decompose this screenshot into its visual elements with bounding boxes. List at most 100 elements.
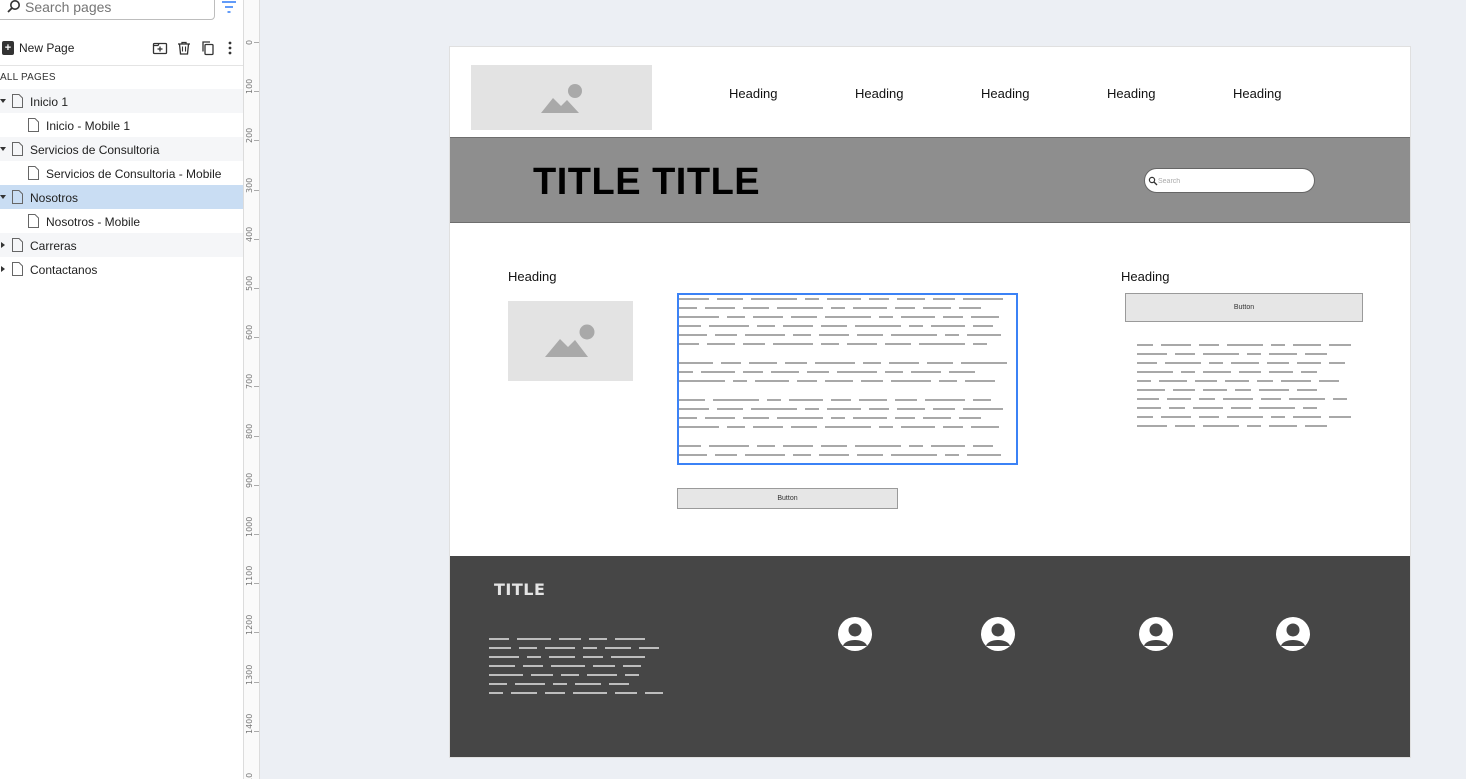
placeholder-text-line: [959, 307, 981, 309]
caret-down-icon[interactable]: [0, 195, 6, 199]
placeholder-text-line: [679, 298, 709, 300]
image-placeholder-logo[interactable]: [471, 65, 652, 130]
placeholder-text-line: [971, 316, 999, 318]
footer-title[interactable]: TITLE: [494, 580, 545, 599]
new-page-toolbar: + New Page: [0, 36, 243, 60]
placeholder-text-line: [1223, 398, 1253, 400]
page-tree-label: Servicios de Consultoria: [30, 143, 160, 157]
duplicate-icon[interactable]: [200, 40, 216, 56]
page-tree-item[interactable]: Contactanos: [0, 257, 243, 281]
caret-down-icon[interactable]: [0, 147, 6, 151]
placeholder-text-line: [1333, 398, 1347, 400]
page-tree-item[interactable]: Carreras: [0, 233, 243, 257]
filter-icon[interactable]: [220, 0, 238, 16]
placeholder-text-line: [847, 343, 877, 345]
ruler-number: 800: [245, 423, 254, 439]
avatar-icon[interactable]: [1139, 617, 1173, 651]
caret-right-icon[interactable]: [1, 266, 5, 272]
hero-banner[interactable]: TITLE TITLE: [450, 137, 1410, 223]
search-box[interactable]: [0, 0, 215, 20]
footer[interactable]: TITLE: [450, 556, 1410, 757]
page-tree-label: Carreras: [30, 239, 77, 253]
nav-heading[interactable]: Heading: [1107, 86, 1155, 101]
page-tree-item[interactable]: Nosotros: [0, 185, 243, 209]
placeholder-text-line: [743, 463, 765, 465]
placeholder-text-line: [827, 298, 861, 300]
placeholder-text-line: [755, 380, 789, 382]
placeholder-text-line: [919, 343, 965, 345]
more-vertical-icon[interactable]: [222, 40, 238, 56]
placeholder-text-line: [1181, 371, 1195, 373]
page-icon: [28, 214, 39, 228]
placeholder-text-line: [623, 665, 641, 667]
placeholder-text-line: [945, 454, 959, 456]
placeholder-text-line: [1259, 407, 1295, 409]
placeholder-text-line: [1259, 389, 1289, 391]
search-icon: [7, 0, 20, 13]
page-tree-item[interactable]: Servicios de Consultoria - Mobile: [0, 161, 243, 185]
new-page-icon[interactable]: +: [2, 41, 14, 55]
placeholder-text-line: [943, 316, 963, 318]
nav-heading[interactable]: Heading: [855, 86, 903, 101]
nav-heading[interactable]: Heading: [729, 86, 777, 101]
placeholder-text-line: [927, 362, 953, 364]
ruler-tick: [254, 681, 259, 683]
search-input[interactable]: [25, 0, 205, 16]
image-placeholder-content[interactable]: [508, 301, 633, 381]
placeholder-text-line: [889, 362, 919, 364]
trash-icon[interactable]: [176, 40, 192, 56]
nav-heading[interactable]: Heading: [1233, 86, 1281, 101]
placeholder-text-line: [575, 683, 601, 685]
avatar-icon[interactable]: [838, 617, 872, 651]
page-icon: [12, 262, 23, 276]
center-button[interactable]: Button: [677, 488, 898, 509]
hero-search-box[interactable]: [1144, 168, 1315, 193]
placeholder-text-line: [583, 647, 597, 649]
avatar-icon[interactable]: [1276, 617, 1310, 651]
image-icon: [545, 324, 595, 357]
text-block-selected[interactable]: [677, 293, 1018, 465]
hero-search-input[interactable]: [1158, 175, 1308, 187]
placeholder-text-line: [593, 665, 615, 667]
placeholder-text-line: [1137, 389, 1165, 391]
avatar-icon[interactable]: [981, 617, 1015, 651]
page-tree-label: Inicio - Mobile 1: [46, 119, 131, 133]
placeholder-text-line: [745, 334, 785, 336]
placeholder-text-line: [1297, 389, 1317, 391]
placeholder-text-line: [931, 325, 965, 327]
add-folder-icon[interactable]: [152, 40, 168, 56]
page-tree-item[interactable]: Inicio - Mobile 1: [0, 113, 243, 137]
page-tree-item[interactable]: Inicio 1: [0, 89, 243, 113]
placeholder-text-line: [679, 417, 697, 419]
ruler-number: 10: [245, 772, 254, 779]
placeholder-text-line: [815, 362, 855, 364]
placeholder-text-line: [853, 417, 887, 419]
hero-title[interactable]: TITLE TITLE: [533, 161, 760, 204]
content-heading-left[interactable]: Heading: [508, 269, 556, 284]
right-button[interactable]: Button: [1125, 293, 1363, 322]
placeholder-text-line: [837, 371, 877, 373]
wireframe-page[interactable]: Heading Heading Heading Heading Heading …: [450, 47, 1410, 757]
ruler-number: 1200: [245, 615, 254, 636]
caret-right-icon[interactable]: [1, 242, 5, 248]
placeholder-text-line: [615, 638, 645, 640]
placeholder-text-line: [807, 371, 829, 373]
placeholder-text-line: [1231, 407, 1251, 409]
placeholder-text-line: [1247, 425, 1261, 427]
placeholder-text-line: [1303, 407, 1317, 409]
ruler-tick: [254, 632, 259, 634]
new-page-button[interactable]: New Page: [19, 41, 74, 55]
placeholder-text-line: [959, 417, 981, 419]
placeholder-text-line: [933, 408, 955, 410]
placeholder-text-line: [885, 343, 911, 345]
placeholder-text-line: [587, 674, 617, 676]
page-tree-item[interactable]: Servicios de Consultoria: [0, 137, 243, 161]
caret-down-icon[interactable]: [0, 99, 6, 103]
content-heading-right[interactable]: Heading: [1121, 269, 1169, 284]
page-tree-item[interactable]: Nosotros - Mobile: [0, 209, 243, 233]
placeholder-text-line: [973, 445, 993, 447]
nav-heading[interactable]: Heading: [981, 86, 1029, 101]
page-tree-label: Inicio 1: [30, 95, 69, 109]
placeholder-text-line: [891, 454, 937, 456]
placeholder-text-line: [489, 692, 503, 694]
